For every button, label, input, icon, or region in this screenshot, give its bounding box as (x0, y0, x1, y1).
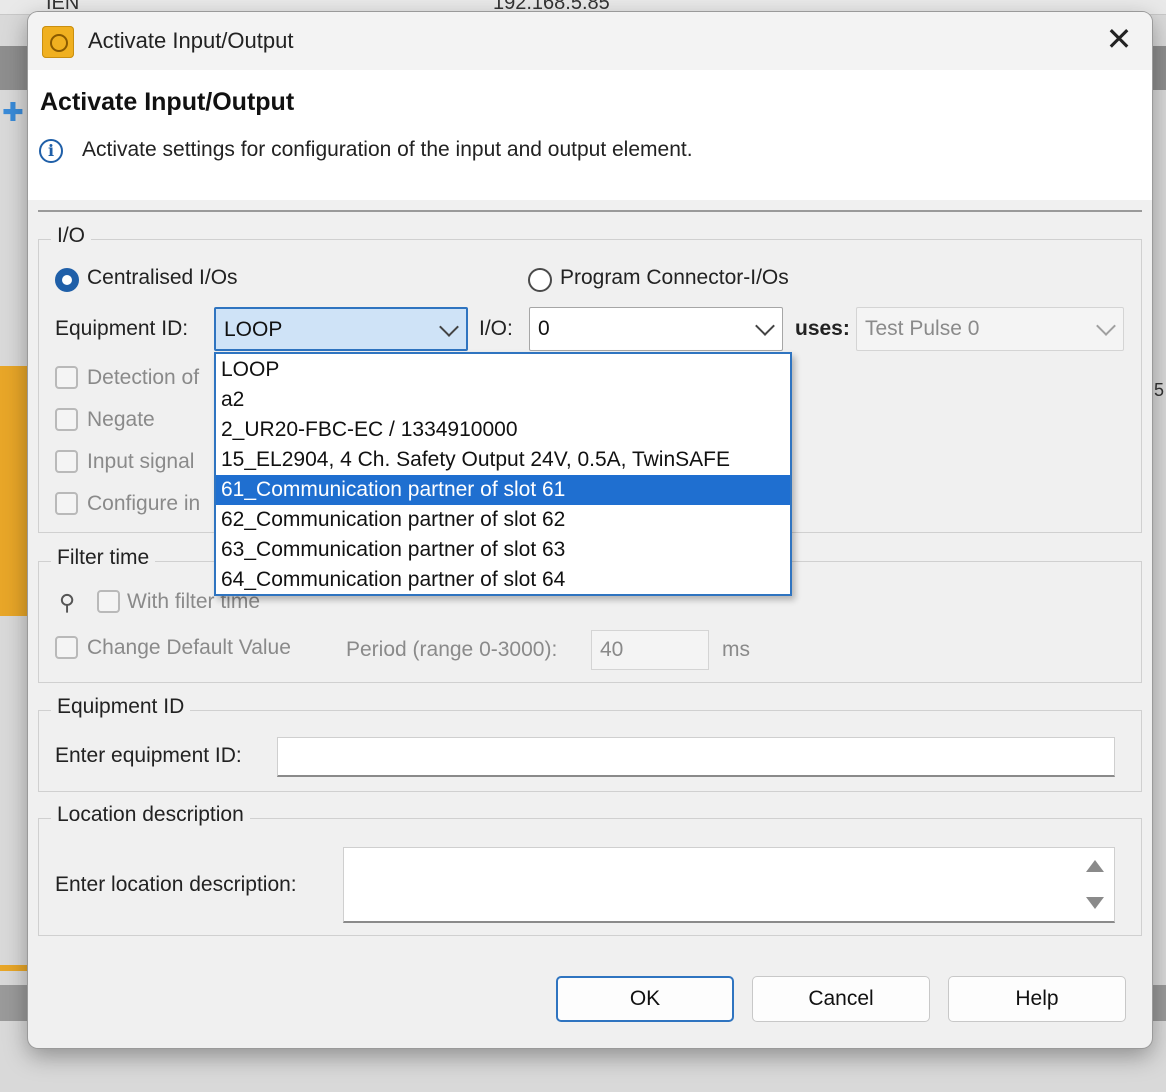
period-label: Period (range 0-3000): (346, 638, 558, 661)
dropdown-option-el2904[interactable]: 15_EL2904, 4 Ch. Safety Output 24V, 0.5A… (216, 445, 790, 475)
detection-label: Detection of (87, 366, 200, 389)
uses-label: uses: (795, 317, 850, 340)
dialog-header: Activate Input/Output i Activate setting… (28, 70, 1152, 200)
configure-checkbox[interactable] (55, 492, 78, 515)
header-description: Activate settings for configuration of t… (82, 138, 693, 161)
equipment-id-label: Equipment ID: (55, 317, 189, 340)
io-combobox[interactable]: 0 (529, 307, 783, 351)
info-icon: i (39, 139, 63, 163)
chevron-down-icon (755, 316, 775, 336)
io-group-legend: I/O (51, 224, 92, 248)
program-connector-ios-label: Program Connector-I/Os (560, 266, 789, 289)
scroll-up-icon[interactable] (1086, 860, 1104, 872)
configure-label: Configure in (87, 492, 201, 515)
with-filter-time-checkbox[interactable] (97, 590, 120, 613)
location-description-textarea[interactable] (343, 847, 1115, 923)
dialog-title: Activate Input/Output (88, 28, 294, 53)
header-separator (38, 210, 1142, 212)
background-orange-block (0, 366, 28, 616)
dropdown-option-ur20[interactable]: 2_UR20-FBC-EC / 1334910000 (216, 415, 790, 445)
dropdown-option-slot-62[interactable]: 62_Communication partner of slot 62 (216, 505, 790, 535)
uses-combobox: Test Pulse 0 (856, 307, 1124, 351)
equipment-id-combobox[interactable]: LOOP (214, 307, 468, 351)
add-icon: ✚ (2, 97, 24, 127)
input-signal-label: Input signal (87, 450, 195, 473)
close-button[interactable]: ✕ (1102, 23, 1136, 58)
period-unit: ms (722, 638, 750, 661)
detection-checkbox[interactable] (55, 366, 78, 389)
uses-value: Test Pulse 0 (865, 317, 980, 340)
chevron-down-icon (439, 317, 459, 337)
equipment-id-legend: Equipment ID (51, 695, 191, 719)
cancel-button[interactable]: Cancel (752, 976, 930, 1022)
filter-icon: ⚲ (59, 590, 76, 615)
enter-location-description-label: Enter location description: (55, 873, 297, 896)
help-button[interactable]: Help (948, 976, 1126, 1022)
equipment-id-dropdown-list: LOOP a2 2_UR20-FBC-EC / 1334910000 15_EL… (214, 352, 792, 596)
background-number: 5 (1154, 380, 1165, 400)
change-default-checkbox[interactable] (55, 636, 78, 659)
dropdown-option-loop[interactable]: LOOP (216, 355, 790, 385)
ok-button[interactable]: OK (556, 976, 734, 1022)
centralised-ios-radio[interactable] (55, 268, 79, 292)
io-label: I/O: (479, 317, 513, 340)
equipment-id-group: Equipment ID Enter equipment ID: (38, 695, 1142, 792)
program-connector-ios-radio[interactable] (528, 268, 552, 292)
input-signal-checkbox[interactable] (55, 450, 78, 473)
period-value: 40 (600, 638, 624, 661)
equipment-id-value: LOOP (224, 318, 283, 341)
dropdown-option-slot-61[interactable]: 61_Communication partner of slot 61 (216, 475, 790, 505)
enter-equipment-id-label: Enter equipment ID: (55, 744, 242, 767)
equipment-id-input[interactable] (277, 737, 1115, 777)
filter-time-legend: Filter time (51, 546, 156, 570)
dropdown-option-a2[interactable]: a2 (216, 385, 790, 415)
io-value: 0 (538, 317, 550, 340)
period-input: 40 (591, 630, 709, 670)
centralised-ios-label: Centralised I/Os (87, 266, 238, 289)
background-orange-block (0, 965, 28, 971)
location-description-legend: Location description (51, 803, 250, 827)
dropdown-option-slot-64[interactable]: 64_Communication partner of slot 64 (216, 565, 790, 595)
chevron-down-icon (1096, 316, 1116, 336)
dropdown-option-slot-63[interactable]: 63_Communication partner of slot 63 (216, 535, 790, 565)
negate-label: Negate (87, 408, 155, 431)
dialog-titlebar: Activate Input/Output ✕ (28, 12, 1152, 70)
scroll-down-icon[interactable] (1086, 897, 1104, 909)
negate-checkbox[interactable] (55, 408, 78, 431)
app-icon (42, 26, 74, 58)
header-title: Activate Input/Output (40, 88, 295, 116)
location-description-group: Location description Enter location desc… (38, 803, 1142, 936)
change-default-label: Change Default Value (87, 636, 291, 659)
